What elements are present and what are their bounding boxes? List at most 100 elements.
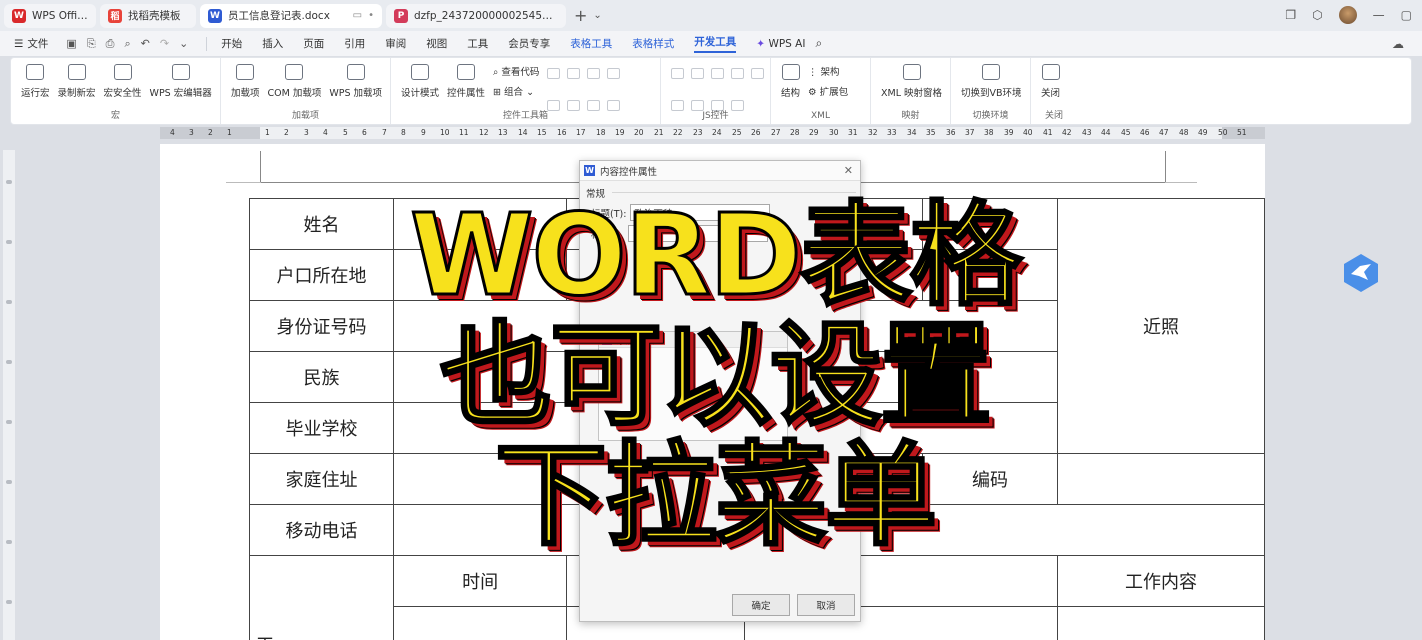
cell[interactable] bbox=[392, 606, 568, 640]
view-code-icon: ⌕ bbox=[493, 67, 499, 78]
group-xml: 结构 ⋮ 架构 ⚙ 扩展包 XML bbox=[771, 58, 871, 124]
tab-docer[interactable]: 稻 找稻壳模板 bbox=[100, 3, 196, 28]
menu-table-tools[interactable]: 表格工具 bbox=[570, 36, 612, 51]
ruler-tick: 14 bbox=[518, 128, 528, 137]
export-icon[interactable]: ⎘ bbox=[87, 37, 96, 51]
image-control-icon[interactable] bbox=[567, 68, 581, 79]
menu-tools[interactable]: 工具 bbox=[467, 36, 488, 51]
cell-postcode-value[interactable] bbox=[1056, 453, 1266, 505]
group-button[interactable]: ⊞ 组合 ⌄ bbox=[493, 84, 539, 98]
tab-bar: W WPS Office 稻 找稻壳模板 W 员工信息登记表.docx ▭ • … bbox=[0, 0, 1422, 31]
group-label: 控件工具箱 bbox=[502, 111, 548, 121]
menu-reference[interactable]: 引用 bbox=[344, 36, 365, 51]
chevron-down-icon[interactable]: ⌄ bbox=[593, 10, 601, 21]
js-list-icon[interactable] bbox=[731, 68, 744, 79]
preview-icon[interactable]: ⌕ bbox=[124, 37, 130, 51]
menu-icon[interactable]: ☰ bbox=[14, 38, 23, 50]
menu-table-style[interactable]: 表格样式 bbox=[632, 36, 674, 51]
ruler-tick: 43 bbox=[1082, 128, 1092, 137]
cancel-button[interactable]: 取消 bbox=[797, 594, 855, 616]
schema-button[interactable]: ⋮ 架构 bbox=[808, 64, 848, 78]
search-icon[interactable]: ⌕ bbox=[815, 36, 822, 51]
vertical-ruler[interactable] bbox=[3, 150, 15, 640]
menu-developer[interactable]: 开发工具 bbox=[694, 34, 737, 53]
dialog-titlebar[interactable]: W 内容控件属性 bbox=[580, 161, 860, 181]
menu-wps-ai[interactable]: ✦ WPS AI bbox=[756, 38, 805, 50]
print-icon[interactable]: ⎙ bbox=[106, 37, 115, 51]
group-label: 加载项 bbox=[291, 111, 319, 121]
cell[interactable] bbox=[921, 249, 1058, 301]
redo-icon[interactable]: ↷ bbox=[160, 37, 169, 50]
checkbox-control-icon[interactable] bbox=[547, 68, 561, 79]
horizontal-ruler[interactable]: 4 3 2 1 1 2 3 4 5 6 7 8 9 10 11 12 13 14… bbox=[160, 127, 1265, 139]
tag-field[interactable] bbox=[628, 225, 769, 242]
ruler-tick: 38 bbox=[984, 128, 994, 137]
tab-label: WPS Office bbox=[32, 9, 88, 22]
cloud-upload-icon[interactable]: ☁ bbox=[1392, 37, 1404, 51]
menu-view[interactable]: 视图 bbox=[426, 36, 447, 51]
undo-icon[interactable]: ↶ bbox=[141, 37, 150, 50]
close-icon bbox=[1041, 64, 1060, 80]
ruler-mark bbox=[6, 240, 12, 244]
content-control-properties-dialog[interactable]: W 内容控件属性 ✕ 常规 标题(T): 政治面貌 标记 W 添加选项 确定 取… bbox=[579, 160, 861, 622]
wps-addin-label: WPS 加载项 bbox=[329, 88, 383, 99]
menu-file[interactable]: 文件 bbox=[27, 36, 48, 51]
ok-button[interactable]: 确定 bbox=[732, 594, 790, 616]
ruler-tick: 30 bbox=[829, 128, 839, 137]
group-controls: 设计模式 控件属性 ⌕ 查看代码 ⊞ 组合 ⌄ 控件工具箱 bbox=[391, 58, 661, 124]
combo-control-icon[interactable] bbox=[587, 68, 601, 79]
view-code-button[interactable]: ⌕ 查看代码 bbox=[493, 64, 539, 78]
maximize-icon[interactable]: ▢ bbox=[1401, 8, 1412, 22]
menu-page[interactable]: 页面 bbox=[303, 36, 324, 51]
structure-icon bbox=[781, 64, 800, 80]
minimize-icon[interactable]: — bbox=[1373, 8, 1385, 22]
ruler-tick: 42 bbox=[1062, 128, 1072, 137]
group-btn-label: 组合 bbox=[504, 87, 524, 98]
title-field[interactable]: 政治面貌 bbox=[630, 204, 771, 221]
ruler-tick: 8 bbox=[401, 128, 406, 137]
ruler-tick: 40 bbox=[1023, 128, 1033, 137]
tab-wps-office[interactable]: W WPS Office bbox=[4, 3, 96, 28]
ruler-tick: 49 bbox=[1198, 128, 1208, 137]
menu-insert[interactable]: 插入 bbox=[262, 36, 283, 51]
add-option-subdialog[interactable]: W 添加选项 bbox=[598, 331, 788, 441]
js-checkbox-icon[interactable] bbox=[691, 68, 704, 79]
ruler-tick: 50 bbox=[1218, 128, 1228, 137]
photo-cell[interactable]: 近照 bbox=[1056, 198, 1266, 454]
assistant-bird-icon[interactable] bbox=[1340, 252, 1382, 294]
new-tab-icon[interactable]: + bbox=[574, 6, 587, 25]
tab-pdf[interactable]: P dzfp_24372000000254582131_蓬... bbox=[386, 3, 566, 28]
js-radio-icon[interactable] bbox=[751, 68, 764, 79]
save-icon[interactable]: ▣ bbox=[66, 37, 76, 50]
menu-wps-ai-label: WPS AI bbox=[768, 37, 806, 50]
menu-member[interactable]: 会员专享 bbox=[508, 36, 550, 51]
ruler-tick: 3 bbox=[304, 128, 309, 137]
ruler-tick: 34 bbox=[907, 128, 917, 137]
menu-start[interactable]: 开始 bbox=[221, 36, 242, 51]
dot-icon: • bbox=[368, 10, 374, 21]
cube-icon[interactable]: ⬡ bbox=[1312, 8, 1322, 22]
title-field-label: 标题(T): bbox=[591, 208, 627, 220]
js-button-icon[interactable] bbox=[711, 68, 724, 79]
avatar[interactable] bbox=[1338, 6, 1357, 24]
cell[interactable] bbox=[921, 351, 1058, 403]
cell-ethnicity-value[interactable] bbox=[392, 351, 568, 403]
tab-document[interactable]: W 员工信息登记表.docx ▭ • bbox=[200, 3, 382, 28]
restore-window-icon[interactable]: ❐ bbox=[1285, 8, 1296, 22]
option-control-icon[interactable] bbox=[607, 68, 621, 79]
close-icon[interactable]: ✕ bbox=[844, 164, 853, 177]
menu-review[interactable]: 审阅 bbox=[385, 36, 406, 51]
cell[interactable] bbox=[921, 198, 1058, 250]
ruler-tick: 5 bbox=[343, 128, 348, 137]
expansion-pack-button[interactable]: ⚙ 扩展包 bbox=[808, 84, 848, 98]
cell-hukou-value[interactable] bbox=[392, 249, 568, 301]
tag-field-label: 标记 bbox=[591, 229, 611, 241]
dialog-title: 内容控件属性 bbox=[600, 166, 658, 178]
com-addin-icon bbox=[285, 64, 304, 80]
cell-name-value[interactable] bbox=[392, 198, 568, 250]
design-mode-label: 设计模式 bbox=[401, 88, 440, 99]
cell[interactable] bbox=[1056, 606, 1266, 640]
js-textbox-icon[interactable] bbox=[671, 68, 684, 79]
more-icon[interactable]: ⌄ bbox=[179, 37, 188, 50]
monitor-icon[interactable]: ▭ bbox=[353, 10, 362, 21]
